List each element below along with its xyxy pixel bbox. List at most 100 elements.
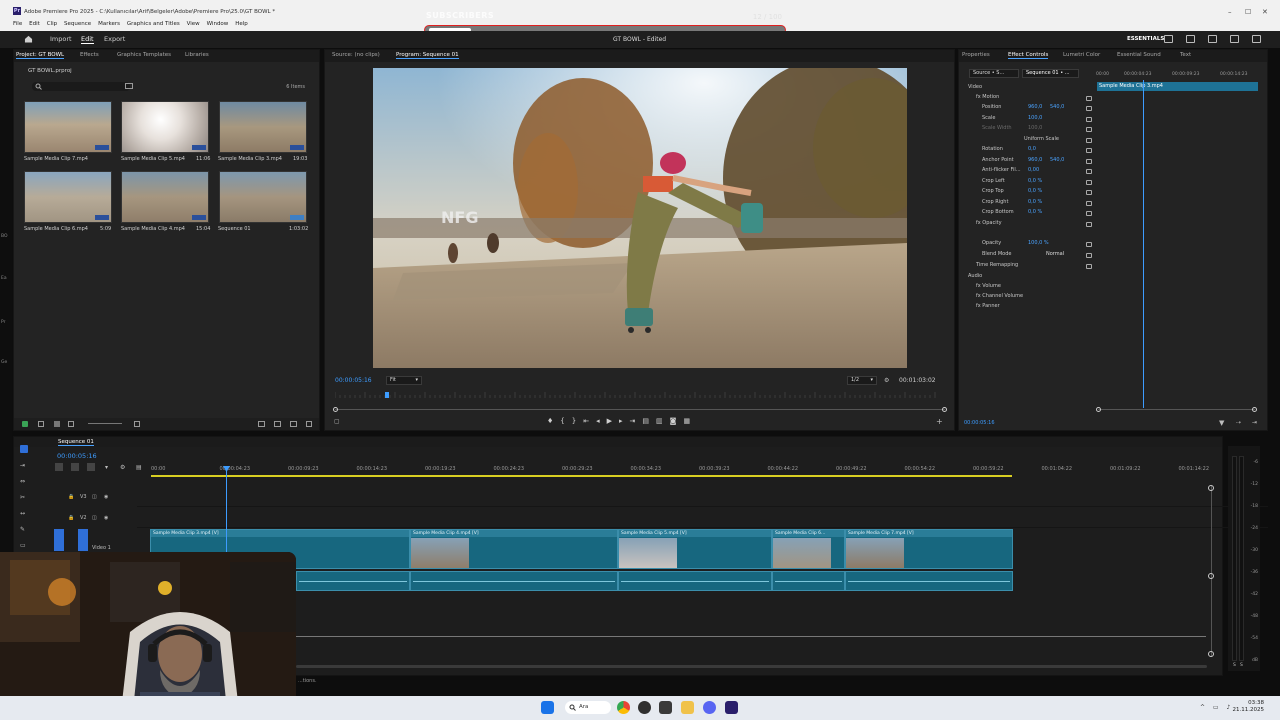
wrench-icon[interactable]: ⚙ — [120, 464, 125, 471]
audio-clip[interactable] — [845, 571, 1013, 591]
premiere-icon[interactable] — [725, 701, 738, 714]
tab-effect-controls[interactable]: Effect Controls — [1008, 52, 1049, 59]
reset-icon[interactable] — [1086, 138, 1092, 143]
track-select-icon[interactable]: ⇥ — [20, 462, 25, 469]
reset-icon[interactable] — [1086, 253, 1092, 258]
reset-icon[interactable] — [1086, 242, 1092, 247]
sequence-dropdown[interactable]: Sequence 01 • ... — [1022, 69, 1079, 78]
new-item-icon[interactable] — [290, 421, 297, 427]
reset-icon[interactable] — [1086, 159, 1092, 164]
linked-selection-icon[interactable] — [87, 463, 95, 471]
search-icon[interactable] — [1230, 35, 1239, 43]
video-clip[interactable]: Sample Media Clip 5.mp4 [V] — [618, 529, 772, 569]
audio-clip[interactable] — [618, 571, 772, 591]
property-value[interactable]: 100,0 — [1028, 115, 1042, 121]
volume-effect[interactable]: fx Volume — [976, 283, 1001, 289]
property-value[interactable]: 0,0 % — [1028, 199, 1042, 205]
sync-lock-icon[interactable]: ◫ — [92, 515, 97, 521]
compare-icon[interactable]: ▦ — [683, 417, 697, 425]
menu-icon[interactable] — [1208, 35, 1217, 43]
freeform-view-icon[interactable] — [68, 421, 74, 427]
tab-graphics-templates[interactable]: Graphics Templates — [117, 52, 171, 58]
source-dropdown[interactable]: Source • S... — [969, 69, 1019, 78]
zoom-handle-left[interactable] — [333, 407, 338, 412]
property-value[interactable]: 0,0 % — [1028, 178, 1042, 184]
extract-icon[interactable]: ▥ — [656, 417, 670, 425]
taskbar-clock[interactable]: 03:38 21.11.2025 — [1233, 700, 1265, 714]
sync-lock-icon[interactable]: ◫ — [92, 494, 97, 500]
monitor-ruler[interactable] — [334, 392, 945, 398]
zoom-slider[interactable] — [88, 423, 122, 424]
menu-window[interactable]: Window — [207, 18, 229, 31]
tab-libraries[interactable]: Libraries — [185, 52, 209, 58]
start-icon[interactable] — [541, 701, 554, 714]
property-value[interactable]: 540,0 — [1050, 157, 1064, 163]
menu-graphics[interactable]: Graphics and Titles — [127, 18, 180, 31]
menu-sequence[interactable]: Sequence — [64, 18, 91, 31]
work-area-bar[interactable] — [151, 475, 1012, 477]
reset-icon[interactable] — [1086, 127, 1092, 132]
property-value[interactable]: 0,0 — [1028, 146, 1036, 152]
panner-effect[interactable]: fx Panner — [976, 303, 1000, 309]
tab-properties[interactable]: Properties — [962, 52, 990, 58]
tab-source[interactable]: Source: (no clips) — [332, 52, 380, 58]
track-v3[interactable] — [137, 487, 1268, 507]
resolution-dropdown[interactable]: 1/2 ▾ — [847, 376, 877, 385]
chrome-icon[interactable] — [617, 701, 630, 714]
maximize-icon[interactable]: ☐ — [1245, 8, 1251, 16]
automate-icon[interactable] — [258, 421, 265, 427]
reset-icon[interactable] — [1086, 222, 1092, 227]
mark-out-icon[interactable]: } — [572, 417, 583, 425]
project-item-thumb[interactable] — [121, 101, 209, 153]
menu-markers[interactable]: Markers — [98, 18, 120, 31]
program-video-frame[interactable]: NFG — [373, 68, 907, 368]
property-value[interactable]: 100,0 % — [1028, 240, 1049, 246]
home-icon[interactable] — [24, 35, 33, 43]
project-item-thumb[interactable] — [219, 171, 307, 223]
vzoom-handle[interactable] — [1208, 573, 1214, 579]
project-item-thumb[interactable] — [121, 171, 209, 223]
tab-effects[interactable]: Effects — [80, 52, 99, 58]
property-value[interactable]: 0,0 % — [1028, 209, 1042, 215]
playhead-timecode[interactable]: 00:00:05:16 — [335, 377, 372, 384]
property-value[interactable]: 960,0 — [1028, 157, 1042, 163]
obs-icon[interactable] — [638, 701, 651, 714]
razor-icon[interactable]: ✂ — [20, 494, 25, 501]
vzoom-handle[interactable] — [1208, 651, 1214, 657]
property-value[interactable]: 100,0 — [1028, 125, 1042, 131]
zoom-handle-left[interactable] — [1096, 407, 1101, 412]
sort-icon[interactable] — [134, 421, 140, 427]
list-view-icon[interactable] — [38, 421, 44, 427]
vzoom-handle[interactable] — [1208, 485, 1214, 491]
monitor-playhead[interactable] — [385, 392, 389, 398]
menu-file[interactable]: File — [13, 18, 22, 31]
audio-clip[interactable] — [772, 571, 845, 591]
reset-icon[interactable] — [1086, 169, 1092, 174]
close-icon[interactable]: ✕ — [1262, 8, 1268, 16]
go-to-in-icon[interactable]: ⇤ — [583, 417, 596, 425]
track-v2[interactable] — [137, 508, 1268, 528]
mark-in-icon[interactable]: { — [560, 417, 571, 425]
menu-view[interactable]: View — [187, 18, 200, 31]
lock-icon[interactable]: 🔒 — [68, 515, 74, 521]
fit-dropdown[interactable]: Fit ▾ — [386, 376, 422, 385]
play-audio-icon[interactable]: ⇢ — [1236, 419, 1241, 426]
quick-export-icon[interactable] — [1186, 35, 1195, 43]
eye-icon[interactable]: ◉ — [104, 494, 108, 500]
minimize-icon[interactable]: – — [1228, 8, 1232, 16]
pen-tool-icon[interactable]: ✎ — [20, 526, 25, 533]
eye-icon[interactable]: ◉ — [104, 515, 108, 521]
taskbar-search[interactable]: Ara — [565, 701, 611, 714]
reset-icon[interactable] — [1086, 96, 1092, 101]
menu-edit[interactable]: Edit — [29, 18, 40, 31]
new-bin-icon[interactable] — [274, 421, 281, 427]
tab-edit[interactable]: Edit — [81, 35, 94, 44]
tab-sequence[interactable]: Sequence 01 — [58, 439, 94, 446]
zoom-handle-right[interactable] — [1252, 407, 1257, 412]
filter-icon[interactable]: ▼ — [1219, 419, 1224, 427]
reset-icon[interactable] — [1086, 211, 1092, 216]
export-frame-icon[interactable]: ◙ — [670, 417, 684, 425]
tab-program[interactable]: Program: Sequence 01 — [396, 52, 459, 59]
tray-icons[interactable]: ^ ▭ ♪ — [1200, 704, 1233, 711]
property-value[interactable]: Normal — [1046, 251, 1064, 257]
